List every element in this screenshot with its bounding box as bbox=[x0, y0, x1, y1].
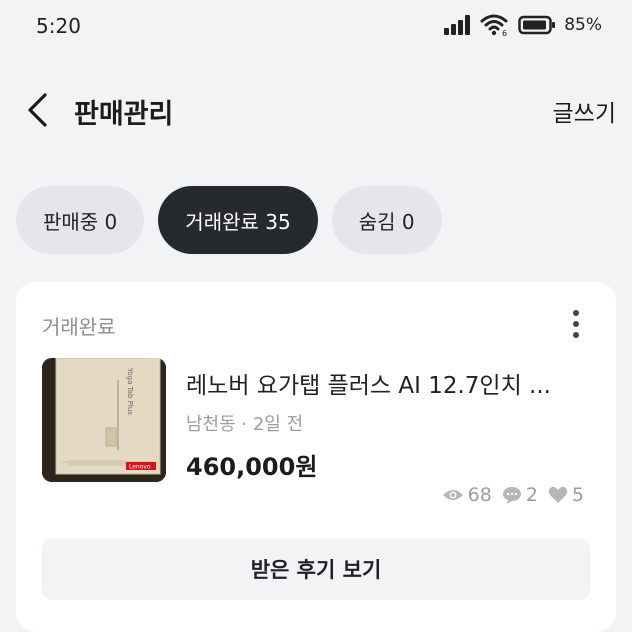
item-title[interactable]: 레노버 요가탭 플러스 AI 12.7인치 ... bbox=[186, 366, 598, 400]
tab-hidden[interactable]: 숨김 0 bbox=[331, 186, 442, 254]
status-bar: 5:20 6 85% bbox=[0, 0, 632, 56]
wifi-icon: 6 bbox=[480, 14, 510, 36]
svg-text:Yoga Tab Plus: Yoga Tab Plus bbox=[126, 367, 134, 415]
tab-on-sale[interactable]: 판매중 0 bbox=[16, 186, 145, 254]
write-button[interactable]: 글쓰기 bbox=[553, 94, 616, 128]
battery-percent: 85% bbox=[564, 15, 602, 35]
like-count: 5 bbox=[571, 484, 584, 506]
view-count: 68 bbox=[467, 484, 492, 506]
more-vertical-icon bbox=[572, 309, 580, 339]
page-title: 판매관리 bbox=[74, 99, 174, 130]
more-options-button[interactable] bbox=[564, 308, 588, 340]
sale-item-card[interactable]: 거래완료 Yoga Tab Plus Lenovo 레노버 요가탭 플러스 AI… bbox=[16, 282, 616, 632]
tab-completed[interactable]: 거래완료 35 bbox=[158, 186, 318, 254]
item-stats: 68 2 5 bbox=[442, 484, 590, 506]
chevron-left-icon bbox=[25, 92, 51, 128]
item-price: 460,000원 bbox=[186, 453, 318, 481]
status-tabs: 판매중 0 거래완료 35 숨김 0 bbox=[16, 186, 442, 254]
signal-icon bbox=[444, 15, 472, 35]
chat-count: 2 bbox=[525, 484, 538, 506]
view-reviews-button[interactable]: 받은 후기 보기 bbox=[42, 538, 590, 600]
chat-icon bbox=[502, 485, 522, 505]
item-thumbnail[interactable]: Yoga Tab Plus Lenovo bbox=[42, 358, 166, 482]
app-header: 판매관리 글쓰기 bbox=[0, 78, 632, 144]
status-icons: 6 85% bbox=[444, 14, 602, 36]
thumbnail-brand-text: Lenovo bbox=[129, 464, 151, 471]
heart-icon bbox=[548, 486, 568, 504]
item-status-label: 거래완료 bbox=[42, 315, 116, 339]
status-time: 5:20 bbox=[36, 14, 81, 38]
back-button[interactable] bbox=[18, 90, 58, 130]
battery-icon bbox=[518, 15, 556, 35]
item-meta: 남천동 · 2일 전 bbox=[186, 414, 304, 435]
svg-text:6: 6 bbox=[502, 29, 507, 36]
eye-icon bbox=[442, 487, 464, 503]
